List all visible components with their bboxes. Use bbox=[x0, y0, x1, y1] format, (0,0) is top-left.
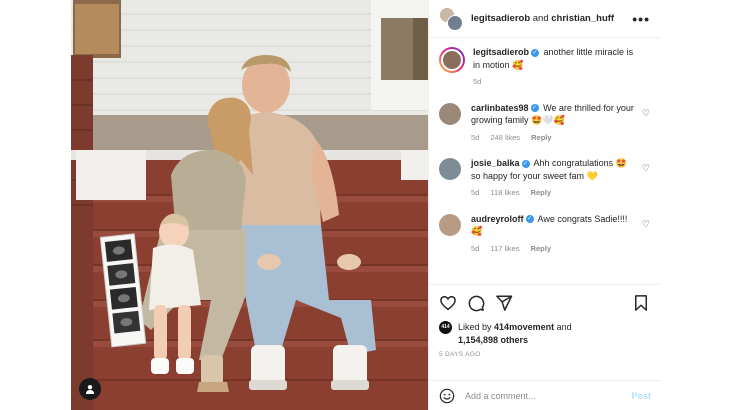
verified-badge-icon: ✓ bbox=[525, 215, 534, 224]
likes-prefix: Liked by bbox=[458, 322, 492, 332]
like-heart-icon[interactable] bbox=[439, 294, 457, 312]
reply-button[interactable]: Reply bbox=[531, 188, 551, 197]
comment-username[interactable]: carlinbates98 bbox=[471, 103, 529, 113]
liker-avatar[interactable]: 414 bbox=[439, 321, 452, 334]
share-paper-plane-icon[interactable] bbox=[495, 294, 513, 312]
reply-button[interactable]: Reply bbox=[531, 244, 551, 253]
comment-username[interactable]: audreyroloff bbox=[471, 214, 524, 224]
post-authors: legitsadierob and christian_huff bbox=[471, 13, 632, 24]
like-comment-heart-icon[interactable]: ♡ bbox=[642, 219, 650, 230]
comment-likes[interactable]: 248 likes bbox=[490, 133, 520, 142]
coauthor-username[interactable]: christian_huff bbox=[551, 13, 614, 24]
comment-bubble-icon[interactable] bbox=[467, 294, 485, 312]
comment-item: josie_balka ✓ Ahh congratulations 🤩 so ha… bbox=[439, 157, 650, 200]
post-time-ago[interactable]: 5 DAYS AGO bbox=[429, 346, 660, 358]
author-username[interactable]: legitsadierob bbox=[471, 13, 530, 24]
comment-item: carlinbates98 ✓ We are thrilled for your … bbox=[439, 102, 650, 145]
commenter-avatar[interactable] bbox=[439, 213, 461, 236]
caption-avatar[interactable] bbox=[439, 47, 465, 73]
comment-text: Ahh congratulations bbox=[533, 158, 614, 168]
likes-summary: 414 Liked by 414movement and 1,154,898 o… bbox=[429, 321, 660, 346]
comment-likes[interactable]: 117 likes bbox=[490, 244, 519, 253]
verified-badge-icon: ✓ bbox=[531, 48, 540, 57]
comment-input[interactable] bbox=[465, 390, 632, 401]
verified-badge-icon: ✓ bbox=[530, 104, 539, 113]
post-comment-button[interactable]: Post bbox=[631, 391, 651, 401]
caption-emoji: 🥰 bbox=[512, 59, 524, 70]
add-comment-bar: Post bbox=[429, 380, 661, 410]
comment-item: audreyroloff ✓ Awe congrats Sadie!!!! 🥰 5… bbox=[439, 213, 650, 256]
caption-time[interactable]: 5d bbox=[473, 77, 481, 86]
post-photo[interactable] bbox=[71, 0, 428, 410]
post-actions bbox=[429, 285, 660, 321]
more-options-icon[interactable]: ••• bbox=[632, 11, 650, 27]
author-joiner: and bbox=[532, 13, 549, 24]
post-side-panel: legitsadierob and christian_huff ••• leg… bbox=[428, 0, 661, 410]
family-photo-illustration bbox=[71, 0, 428, 410]
comment-emoji: 🥰 bbox=[471, 226, 483, 236]
comment-emoji: 🤩 bbox=[615, 158, 627, 168]
avatar bbox=[447, 14, 463, 31]
post-header: legitsadierob and christian_huff ••• bbox=[429, 0, 660, 38]
commenter-avatar[interactable] bbox=[439, 102, 461, 125]
like-comment-heart-icon[interactable]: ♡ bbox=[642, 163, 650, 174]
comment-likes[interactable]: 118 likes bbox=[490, 188, 519, 197]
comment-emoji-2: 💛 bbox=[586, 170, 598, 181]
save-bookmark-icon[interactable] bbox=[632, 294, 650, 312]
comments-list: legitsadierob ✓ another little miracle is… bbox=[429, 38, 660, 285]
caption-username[interactable]: legitsadierob bbox=[473, 47, 529, 57]
caption: legitsadierob ✓ another little miracle is… bbox=[439, 46, 650, 89]
likes-count[interactable]: 1,154,898 others bbox=[458, 335, 528, 345]
liker-username[interactable]: 414movement bbox=[494, 322, 554, 332]
verified-badge-icon: ✓ bbox=[521, 159, 530, 168]
like-comment-heart-icon[interactable]: ♡ bbox=[642, 108, 650, 119]
comment-username[interactable]: josie_balka bbox=[471, 158, 520, 168]
comment-text: Awe congrats Sadie!!!! bbox=[537, 213, 628, 224]
reply-button[interactable]: Reply bbox=[531, 133, 551, 142]
comment-emoji: 🤩🤍🥰 bbox=[531, 115, 565, 125]
comment-text-2: so happy for your sweet fam bbox=[471, 170, 585, 181]
comment-time[interactable]: 5d bbox=[471, 188, 479, 197]
instagram-post-modal: legitsadierob and christian_huff ••• leg… bbox=[0, 0, 730, 410]
comment-time[interactable]: 5d bbox=[471, 244, 479, 253]
emoji-smile-icon[interactable] bbox=[439, 388, 455, 404]
likes-joiner: and bbox=[556, 322, 572, 332]
collab-avatars[interactable] bbox=[439, 6, 463, 31]
comment-time[interactable]: 5d bbox=[471, 133, 479, 142]
commenter-avatar[interactable] bbox=[439, 158, 461, 180]
tagged-users-button[interactable] bbox=[79, 378, 101, 400]
person-icon bbox=[86, 385, 94, 394]
